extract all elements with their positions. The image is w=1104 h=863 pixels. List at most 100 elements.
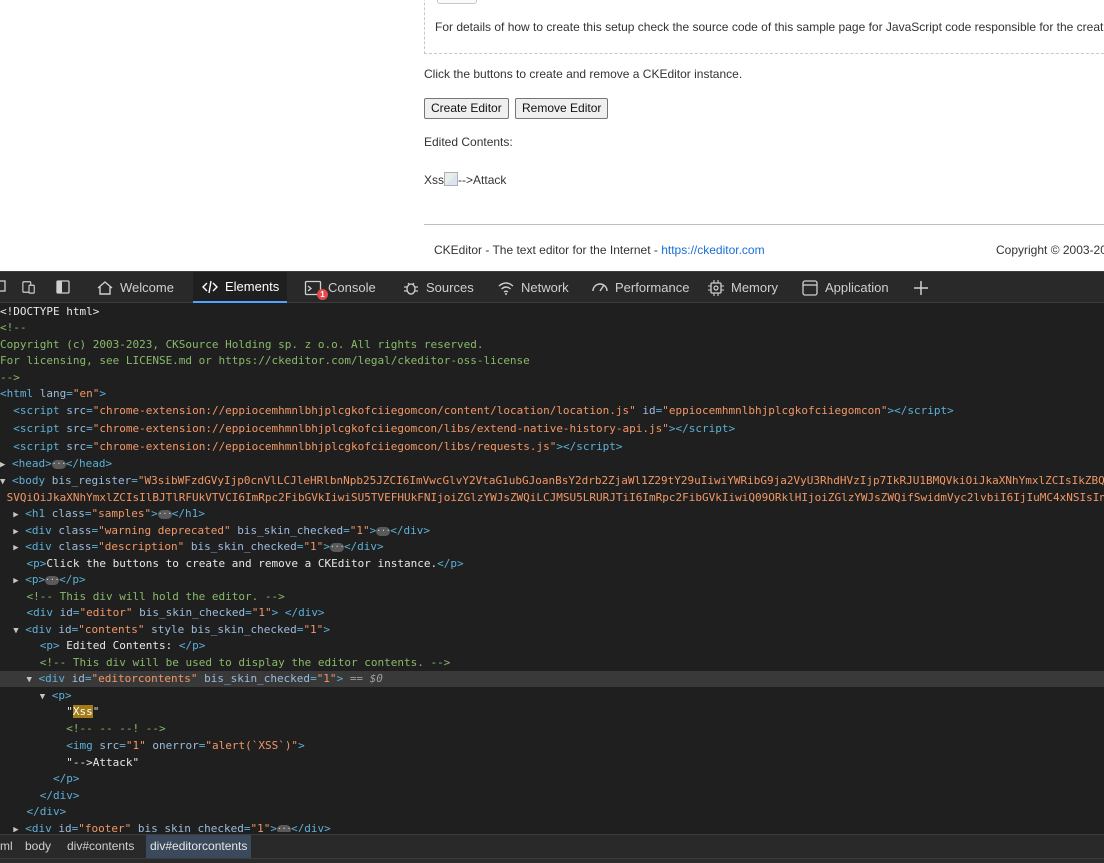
dom-line-comment-1[interactable]: Copyright (c) 2003-2023, CKSource Holdin… bbox=[0, 337, 1104, 353]
tab-network-label: Network bbox=[521, 280, 569, 295]
dom-line-div-description[interactable]: ▶ <div class="description" bis_skin_check… bbox=[0, 539, 1104, 555]
breadcrumb-html[interactable]: ml bbox=[0, 835, 17, 858]
add-tab-button[interactable] bbox=[912, 272, 930, 303]
ellipsis-icon[interactable]: ··· bbox=[376, 527, 391, 536]
dom-line-display-comment[interactable]: <!-- This div will be used to display th… bbox=[0, 655, 1104, 671]
collapse-arrow-icon[interactable]: ▼ bbox=[0, 474, 12, 490]
plus-icon bbox=[914, 280, 928, 295]
dom-line-div-footer[interactable]: ▶ <div id="footer" bis_skin_checked="1">·… bbox=[0, 821, 1104, 832]
dom-line-hold-comment[interactable]: <!-- This div will hold the editor. --> bbox=[0, 589, 1104, 605]
content-after: -->Attack bbox=[458, 173, 507, 187]
expand-arrow-icon[interactable]: ▶ bbox=[13, 540, 25, 556]
tab-application[interactable]: Application bbox=[801, 272, 889, 303]
expand-arrow-icon[interactable]: ▶ bbox=[13, 524, 25, 540]
footer-text: CKEditor - The text editor for the Inter… bbox=[434, 243, 765, 257]
wifi-icon bbox=[498, 281, 514, 295]
ellipsis-icon[interactable]: ··· bbox=[276, 825, 291, 832]
bug-icon bbox=[404, 282, 418, 295]
dom-line-attack-text[interactable]: "-->Attack" bbox=[0, 755, 1104, 771]
dom-line-script-3[interactable]: <script src="chrome-extension://eppiocem… bbox=[0, 439, 1104, 455]
dom-line-div-editorcontents[interactable]: ▼ <div id="editorcontents" bis_skin_check… bbox=[0, 671, 1104, 687]
expand-arrow-icon[interactable]: ▶ bbox=[13, 573, 25, 589]
dom-line-comment-open[interactable]: <!-- bbox=[0, 320, 1104, 336]
content-before: Xss bbox=[424, 173, 445, 187]
instructions-text: Click the buttons to create and remove a… bbox=[424, 67, 743, 81]
collapse-arrow-icon[interactable]: ▼ bbox=[40, 689, 52, 705]
dom-tree: <!DOCTYPE html> <!-- Copyright (c) 2003-… bbox=[0, 304, 1104, 832]
dom-line-div-contents[interactable]: ▼ <div id="contents" style bis_skin_check… bbox=[0, 622, 1104, 638]
dom-line-div-close-1[interactable]: </div> bbox=[0, 788, 1104, 804]
tab-elements-label: Elements bbox=[225, 279, 280, 294]
application-icon bbox=[802, 279, 818, 296]
dom-line-script-1[interactable]: <script src="chrome-extension://eppiocem… bbox=[0, 403, 1104, 419]
dom-line-comment-close[interactable]: --> bbox=[0, 370, 1104, 386]
collapse-arrow-icon[interactable]: ▼ bbox=[13, 623, 25, 639]
dom-line-xss-text[interactable]: "Xss" bbox=[0, 704, 1104, 720]
status-strip bbox=[0, 858, 1104, 863]
warning-text: For details of how to create this setup … bbox=[435, 20, 1104, 34]
tab-welcome-label: Welcome bbox=[120, 280, 174, 295]
performance-icon bbox=[592, 282, 608, 291]
tab-network[interactable]: Network bbox=[497, 272, 569, 303]
ellipsis-icon[interactable]: ··· bbox=[157, 510, 172, 519]
tab-memory[interactable]: Memory bbox=[707, 272, 778, 303]
footer-link[interactable]: https://ckeditor.com bbox=[661, 243, 764, 257]
breadcrumb: ml body div#contents div#editorcontents bbox=[0, 834, 1104, 858]
device-toggle-icon[interactable] bbox=[22, 280, 36, 294]
ellipsis-icon[interactable]: ··· bbox=[45, 576, 60, 585]
dom-line-head[interactable]: ▶ <head>···</head> bbox=[0, 456, 1104, 472]
expand-arrow-icon[interactable]: ▶ bbox=[0, 457, 12, 473]
dock-side-icon[interactable] bbox=[56, 280, 70, 294]
footer-label: CKEditor - The text editor for the Inter… bbox=[434, 243, 662, 257]
chip-icon bbox=[708, 279, 724, 296]
ellipsis-icon[interactable]: ··· bbox=[51, 460, 66, 469]
web-page: For details of how to create this setup … bbox=[0, 0, 1104, 272]
breadcrumb-body[interactable]: body bbox=[21, 835, 55, 858]
search-highlight: Xss bbox=[72, 705, 93, 718]
dom-line-div-editor[interactable]: <div id="editor" bis_skin_checked="1"> <… bbox=[0, 605, 1104, 621]
tab-memory-label: Memory bbox=[731, 280, 778, 295]
copyright-text: Copyright © 2003-2023 bbox=[996, 243, 1104, 257]
dom-line-script-2[interactable]: <script src="chrome-extension://eppiocem… bbox=[0, 421, 1104, 437]
warning-button-fragment[interactable] bbox=[437, 0, 477, 4]
dom-line-inner-comment[interactable]: <!-- -- --! --> bbox=[0, 721, 1104, 737]
dom-line-doctype[interactable]: <!DOCTYPE html> bbox=[0, 304, 1104, 320]
expand-arrow-icon[interactable]: ▶ bbox=[13, 507, 25, 523]
dom-line-p-text[interactable]: <p>Click the buttons to create and remov… bbox=[0, 556, 1104, 572]
edited-contents-output: Xss -->Attack bbox=[424, 172, 506, 187]
tab-performance-label: Performance bbox=[615, 280, 690, 295]
devtools-toolbar: Welcome Elements Console 1 Sources Netwo… bbox=[0, 272, 1104, 303]
dom-line-img[interactable]: <img src="1" onerror="alert(`XSS`)"> bbox=[0, 738, 1104, 754]
console-error-badge: 1 bbox=[317, 289, 328, 300]
remove-editor-button[interactable]: Remove Editor bbox=[515, 98, 609, 119]
expand-arrow-icon[interactable]: ▶ bbox=[13, 822, 25, 832]
tab-console[interactable]: Console bbox=[304, 272, 376, 303]
dom-line-body-wrap[interactable]: SVQiOiJkaXNhYmxlZCIsIlBJTlRFUkVTVCI6ImRp… bbox=[0, 490, 1104, 506]
tab-performance[interactable]: Performance bbox=[591, 272, 689, 303]
tab-elements[interactable]: Elements bbox=[193, 272, 288, 303]
footer-divider bbox=[424, 224, 1104, 225]
dom-line-p-edited[interactable]: <p> Edited Contents: </p> bbox=[0, 638, 1104, 654]
dom-line-p-collapsed[interactable]: ▶ <p>···</p> bbox=[0, 572, 1104, 588]
dom-line-p-open[interactable]: ▼ <p> bbox=[0, 688, 1104, 704]
dom-line-p-close[interactable]: </p> bbox=[0, 771, 1104, 787]
tab-sources[interactable]: Sources bbox=[402, 272, 474, 303]
dom-line-h1[interactable]: ▶ <h1 class="samples">···</h1> bbox=[0, 506, 1104, 522]
tab-application-label: Application bbox=[825, 280, 889, 295]
breadcrumb-div-contents[interactable]: div#contents bbox=[63, 835, 138, 858]
tab-console-label: Console bbox=[328, 280, 376, 295]
collapse-arrow-icon[interactable]: ▼ bbox=[27, 672, 39, 688]
edited-contents-label: Edited Contents: bbox=[424, 135, 513, 149]
warning-box: For details of how to create this setup … bbox=[424, 0, 1104, 54]
dom-line-div-warning[interactable]: ▶ <div class="warning deprecated" bis_ski… bbox=[0, 523, 1104, 539]
inspect-icon[interactable] bbox=[0, 280, 8, 294]
dom-line-body[interactable]: ▼ <body bis_register="W3sibWFzdGVyIjp0cnV… bbox=[0, 473, 1104, 489]
ellipsis-icon[interactable]: ··· bbox=[329, 543, 344, 552]
tab-sources-label: Sources bbox=[426, 280, 474, 295]
breadcrumb-div-editorcontents[interactable]: div#editorcontents bbox=[146, 835, 252, 858]
dom-line-comment-2[interactable]: For licensing, see LICENSE.md or https:/… bbox=[0, 353, 1104, 369]
tab-welcome[interactable]: Welcome bbox=[96, 272, 174, 303]
dom-line-html[interactable]: <html lang="en"> bbox=[0, 386, 1104, 402]
create-editor-button[interactable]: Create Editor bbox=[424, 98, 509, 119]
dom-line-div-close-2[interactable]: </div> bbox=[0, 804, 1104, 820]
